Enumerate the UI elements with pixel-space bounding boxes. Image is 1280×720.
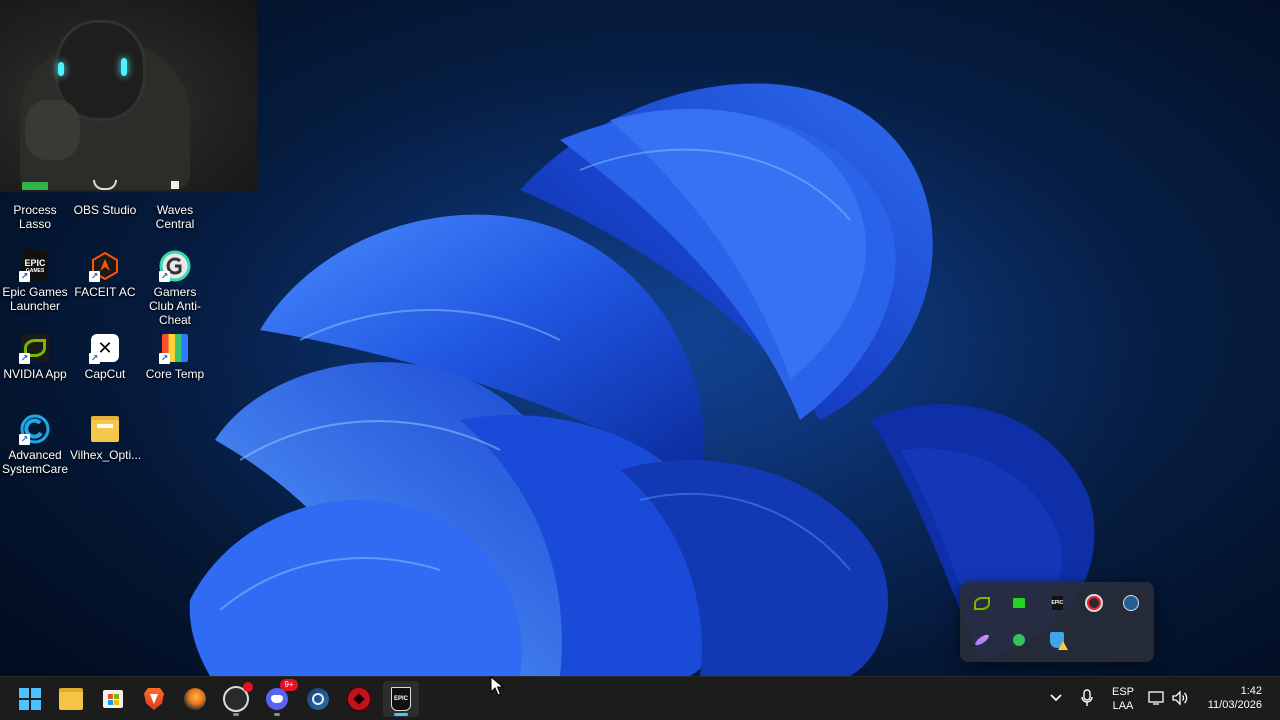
desktop-icon-advanced-systemcare[interactable]: ↗ Advanced SystemCare — [0, 413, 70, 476]
mouse-cursor-icon — [490, 676, 504, 696]
network-button[interactable] — [1146, 687, 1168, 709]
shortcut-arrow-icon: ↗ — [19, 271, 30, 282]
desktop-icon-obs-studio[interactable]: OBS Studio — [70, 180, 140, 217]
clock-date: 11/03/2026 — [1207, 699, 1262, 711]
webcam-overlay — [0, 0, 257, 192]
start-button[interactable] — [12, 681, 48, 717]
fl-studio-icon — [184, 688, 206, 710]
gamers-club-button[interactable] — [341, 681, 377, 717]
steam-icon — [307, 688, 329, 710]
tray-epic-games-icon[interactable]: EPIC — [1047, 593, 1067, 613]
tray-green-app-icon[interactable] — [1009, 593, 1029, 613]
tray-green-circle-icon[interactable] — [1009, 630, 1029, 650]
process-lasso-icon — [22, 182, 48, 190]
microphone-button[interactable] — [1076, 687, 1098, 709]
desktop-icon-faceit[interactable]: ↗ FACEIT AC — [70, 250, 140, 299]
shortcut-arrow-icon: ↗ — [159, 271, 170, 282]
show-hidden-icons-button[interactable] — [1045, 687, 1067, 709]
desktop-icon-label: OBS Studio — [73, 203, 137, 217]
desktop-icon-gamers-club[interactable]: ↗ Gamers Club Anti-Cheat — [140, 250, 210, 327]
network-icon — [1148, 691, 1164, 705]
desktop-icon-capcut[interactable]: ✕ ↗ CapCut — [70, 332, 140, 381]
discord-button[interactable]: 9+ — [259, 679, 298, 717]
desktop-icon-label: Vilhex_Opti... — [70, 448, 142, 462]
desktop-icon-core-temp[interactable]: ↗ Core Temp — [140, 332, 210, 381]
tray-steam-icon[interactable] — [1121, 593, 1141, 613]
clock-time: 1:42 — [1240, 685, 1262, 697]
discord-icon: 9+ — [266, 679, 298, 710]
taskbar: 9+ EPIC ESP LAA 1:42 11/03/2026 — [0, 676, 1280, 720]
waves-central-icon — [171, 181, 179, 189]
microsoft-store-icon — [103, 690, 123, 708]
speaker-icon — [1172, 690, 1188, 706]
desktop-icon-label: FACEIT AC — [74, 285, 136, 299]
tray-obs-studio-icon[interactable] — [1084, 593, 1104, 613]
windows-start-icon — [19, 688, 41, 710]
file-explorer-icon — [59, 688, 83, 710]
epic-games-icon: EPIC — [391, 687, 411, 711]
gamers-club-icon — [346, 686, 372, 712]
shortcut-arrow-icon: ↗ — [159, 353, 170, 364]
clock[interactable]: 1:42 11/03/2026 — [1196, 684, 1270, 712]
desktop-icon-label: Epic Games Launcher — [2, 285, 68, 313]
chevron-up-icon — [1050, 694, 1062, 702]
folder-icon — [91, 416, 119, 442]
desktop-icon-waves-central[interactable]: Waves Central — [140, 180, 210, 231]
desktop-icon-label: Waves Central — [155, 203, 195, 231]
desktop-icon-nvidia-app[interactable]: ↗ NVIDIA App — [0, 332, 70, 381]
desktop-icon-epic-games[interactable]: EPIC GAMES ↗ Epic Games Launcher — [0, 250, 70, 313]
microphone-icon — [1081, 689, 1093, 706]
obs-studio-icon — [93, 180, 117, 190]
microsoft-store-button[interactable] — [95, 681, 131, 717]
active-indicator — [394, 713, 408, 716]
brave-icon — [144, 688, 164, 710]
shortcut-arrow-icon: ↗ — [89, 271, 100, 282]
tray-feather-icon[interactable] — [972, 630, 992, 650]
running-indicator — [233, 713, 239, 716]
obs-studio-button[interactable] — [218, 681, 254, 717]
language-indicator[interactable]: ESP LAA — [1108, 685, 1138, 713]
tray-defender-warning-icon[interactable] — [1047, 630, 1068, 650]
shortcut-arrow-icon: ↗ — [19, 434, 30, 445]
obs-studio-icon — [223, 682, 253, 712]
brave-button[interactable] — [136, 681, 172, 717]
volume-button[interactable] — [1169, 687, 1191, 709]
steam-button[interactable] — [300, 681, 336, 717]
tray-nvidia-icon[interactable] — [972, 593, 992, 613]
epic-logo-text: EPIC — [24, 258, 46, 268]
fl-studio-button[interactable] — [177, 681, 213, 717]
desktop-icon-label: NVIDIA App — [3, 367, 67, 381]
discord-notification-badge: 9+ — [280, 679, 298, 691]
epic-games-button[interactable]: EPIC — [383, 681, 419, 717]
desktop-icon-label: Advanced SystemCare — [1, 448, 69, 476]
desktop-icon-process-lasso[interactable]: Process Lasso — [0, 180, 70, 231]
desktop-icon-label: Process Lasso — [13, 203, 57, 231]
desktop-icon-label: CapCut — [84, 367, 126, 381]
shortcut-arrow-icon: ↗ — [89, 353, 100, 364]
desktop: Process Lasso OBS Studio Waves Central E… — [0, 0, 1280, 720]
running-indicator — [274, 713, 280, 716]
desktop-icon-vilhex-folder[interactable]: Vilhex_Opti... — [70, 413, 142, 462]
desktop-icon-label: Gamers Club Anti-Cheat — [148, 285, 202, 327]
shortcut-arrow-icon: ↗ — [19, 353, 30, 364]
language-code: ESP — [1111, 686, 1134, 698]
tray-overflow-popup: EPIC — [960, 582, 1154, 662]
file-explorer-button[interactable] — [53, 681, 89, 717]
keyboard-layout: LAA — [1112, 700, 1134, 712]
desktop-icon-label: Core Temp — [145, 367, 205, 381]
